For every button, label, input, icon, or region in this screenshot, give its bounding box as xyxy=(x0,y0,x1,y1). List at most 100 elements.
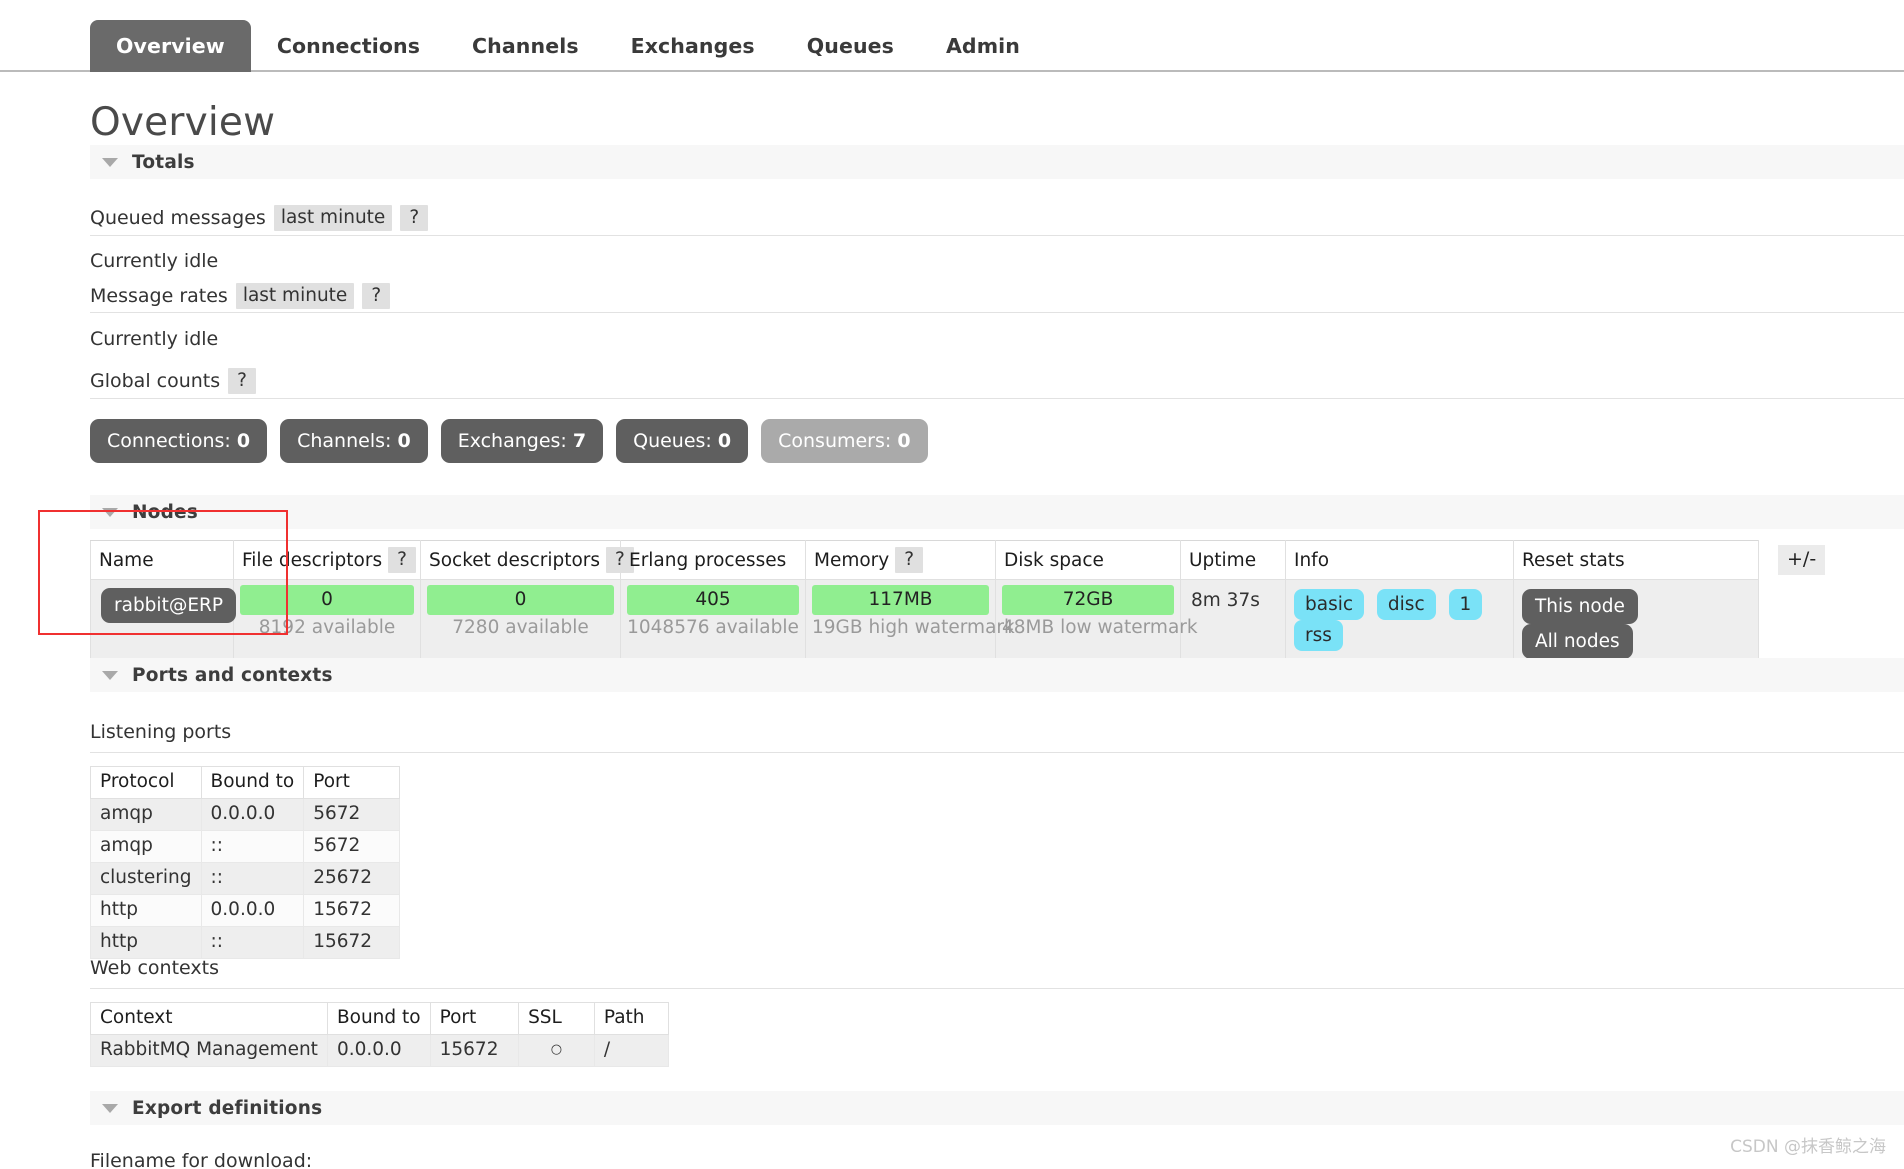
tab-queues[interactable]: Queues xyxy=(781,20,920,72)
node-disk-space-cell: 72GB 48MB low watermark xyxy=(995,579,1198,669)
message-rates-help-icon[interactable]: ? xyxy=(362,283,391,309)
nodes-table: Name File descriptors ? Socket descripto… xyxy=(90,540,1759,669)
file-descriptors-gauge: 0 8192 available xyxy=(234,580,420,641)
nav-tab-list: Overview Connections Channels Exchanges … xyxy=(90,20,1046,72)
web-col-bound-to[interactable]: Bound to xyxy=(326,1002,431,1035)
info-pill-basic[interactable]: basic xyxy=(1294,589,1365,620)
rabbitmq-management-overview-page: Overview Connections Channels Exchanges … xyxy=(0,0,1904,1169)
nodes-columns-toggle-button[interactable]: +/- xyxy=(1778,545,1826,575)
nodes-col-uptime[interactable]: Uptime xyxy=(1180,540,1286,580)
tab-connections[interactable]: Connections xyxy=(251,20,446,72)
count-value-consumers: 0 xyxy=(897,430,911,452)
listening-ports-label: Listening ports xyxy=(90,721,232,743)
count-badge-exchanges[interactable]: Exchanges: 7 xyxy=(440,419,604,463)
nodes-col-name[interactable]: Name xyxy=(90,540,234,580)
node-name-cell: rabbit@ERP xyxy=(90,579,237,669)
count-label-connections: Connections: xyxy=(107,430,231,452)
node-memory-cell: 117MB 19GB high watermark xyxy=(805,579,1015,669)
chevron-down-icon xyxy=(102,670,118,680)
reset-all-nodes-button[interactable]: All nodes xyxy=(1522,624,1633,659)
nodes-col-name-label: Name xyxy=(99,549,154,571)
queued-messages-help-icon[interactable]: ? xyxy=(400,205,429,231)
table-row: clustering :: 25672 xyxy=(90,862,400,895)
listening-cell-port: 15672 xyxy=(303,926,400,959)
nodes-col-socket-descriptors[interactable]: Socket descriptors ? xyxy=(420,540,634,580)
web-col-path[interactable]: Path xyxy=(593,1002,670,1035)
web-cell-port: 15672 xyxy=(429,1034,520,1067)
section-header-export-definitions[interactable]: Export definitions xyxy=(90,1091,1904,1125)
reset-this-node-button[interactable]: This node xyxy=(1522,589,1638,624)
memory-help-icon[interactable]: ? xyxy=(895,547,924,573)
nodes-col-socket-descriptors-label: Socket descriptors xyxy=(429,549,601,571)
tab-admin[interactable]: Admin xyxy=(920,20,1046,72)
count-badge-connections[interactable]: Connections: 0 xyxy=(90,419,268,463)
memory-sub: 19GB high watermark xyxy=(812,617,1015,638)
count-value-queues: 0 xyxy=(717,430,732,452)
listening-cell-port: 5672 xyxy=(303,830,400,863)
nodes-col-info[interactable]: Info xyxy=(1285,540,1514,580)
nodes-col-file-descriptors[interactable]: File descriptors ? xyxy=(233,540,421,580)
listening-ports-header-row: Protocol Bound to Port xyxy=(90,766,400,799)
count-badge-channels[interactable]: Channels: 0 xyxy=(280,419,428,463)
erlang-processes-sub: 1048576 available xyxy=(627,617,799,638)
global-counts-help-icon[interactable]: ? xyxy=(228,368,256,394)
message-rates-period-selector[interactable]: last minute xyxy=(235,283,355,309)
tab-channels[interactable]: Channels xyxy=(446,20,605,72)
file-descriptors-help-icon[interactable]: ? xyxy=(388,547,416,573)
listening-cell-bound-to: :: xyxy=(200,830,305,863)
tab-overview[interactable]: Overview xyxy=(90,20,251,72)
node-info-cell: basic disc 1 rss xyxy=(1285,579,1514,669)
listening-cell-bound-to: :: xyxy=(200,862,305,895)
nodes-table-row: rabbit@ERP 0 8192 available 0 7280 avail… xyxy=(90,579,1759,669)
chevron-down-icon xyxy=(102,507,118,517)
nodes-col-info-label: Info xyxy=(1294,549,1330,571)
section-header-ports-and-contexts[interactable]: Ports and contexts xyxy=(90,658,1904,692)
chevron-down-icon xyxy=(102,1103,118,1113)
web-contexts-header-row: Context Bound to Port SSL Path xyxy=(90,1002,670,1035)
queued-messages-period-selector[interactable]: last minute xyxy=(273,205,393,231)
info-pill-count[interactable]: 1 xyxy=(1448,589,1483,620)
watermark-text: CSDN @抹香鲸之海 xyxy=(1730,1137,1886,1157)
nodes-col-uptime-label: Uptime xyxy=(1189,549,1257,571)
node-name-link[interactable]: rabbit@ERP xyxy=(101,588,237,623)
web-cell-path: / xyxy=(593,1034,670,1067)
node-socket-descriptors-cell: 0 7280 available xyxy=(420,579,621,669)
web-col-context[interactable]: Context xyxy=(90,1002,328,1035)
info-pill-disc[interactable]: disc xyxy=(1376,589,1436,620)
main-navigation: Overview Connections Channels Exchanges … xyxy=(0,0,1904,72)
count-badge-consumers[interactable]: Consumers: 0 xyxy=(761,419,928,463)
queued-messages-label: Queued messages xyxy=(90,207,266,229)
nodes-col-reset-stats-label: Reset stats xyxy=(1522,549,1625,571)
chevron-down-icon xyxy=(102,157,118,167)
global-counts-label: Global counts xyxy=(90,370,221,392)
socket-descriptors-sub: 7280 available xyxy=(452,617,589,638)
tab-exchanges[interactable]: Exchanges xyxy=(605,20,781,72)
nodes-col-erlang-processes-label: Erlang processes xyxy=(629,549,787,571)
divider-web-contexts xyxy=(90,988,1904,989)
listening-col-protocol[interactable]: Protocol xyxy=(90,766,202,799)
divider-global-counts xyxy=(90,398,1904,399)
section-title-totals: Totals xyxy=(132,151,195,173)
table-row: RabbitMQ Management 0.0.0.0 15672 ○ / xyxy=(90,1034,670,1067)
info-pill-rss[interactable]: rss xyxy=(1294,620,1343,651)
nodes-col-memory[interactable]: Memory ? xyxy=(805,540,996,580)
listening-cell-bound-to: 0.0.0.0 xyxy=(200,798,305,831)
node-uptime-value: 8m 37s xyxy=(1191,590,1260,611)
nodes-col-disk-space[interactable]: Disk space xyxy=(995,540,1181,580)
listening-col-bound-to[interactable]: Bound to xyxy=(200,766,305,799)
web-col-port[interactable]: Port xyxy=(429,1002,520,1035)
web-col-ssl[interactable]: SSL xyxy=(518,1002,595,1035)
count-badge-queues[interactable]: Queues: 0 xyxy=(616,419,749,463)
divider-message-rates xyxy=(90,312,1904,313)
section-header-nodes[interactable]: Nodes xyxy=(90,495,1904,529)
section-header-totals[interactable]: Totals xyxy=(90,145,1904,179)
disk-space-sub: 48MB low watermark xyxy=(1002,617,1198,638)
listening-col-port[interactable]: Port xyxy=(303,766,400,799)
count-label-queues: Queues: xyxy=(633,430,712,452)
nodes-col-erlang-processes[interactable]: Erlang processes xyxy=(620,540,806,580)
web-cell-ssl: ○ xyxy=(518,1034,595,1067)
web-cell-bound-to: 0.0.0.0 xyxy=(326,1034,431,1067)
nodes-col-reset-stats[interactable]: Reset stats xyxy=(1513,540,1759,580)
listening-ports-table: Protocol Bound to Port amqp 0.0.0.0 5672… xyxy=(90,766,400,959)
erlang-processes-value: 405 xyxy=(627,585,799,615)
